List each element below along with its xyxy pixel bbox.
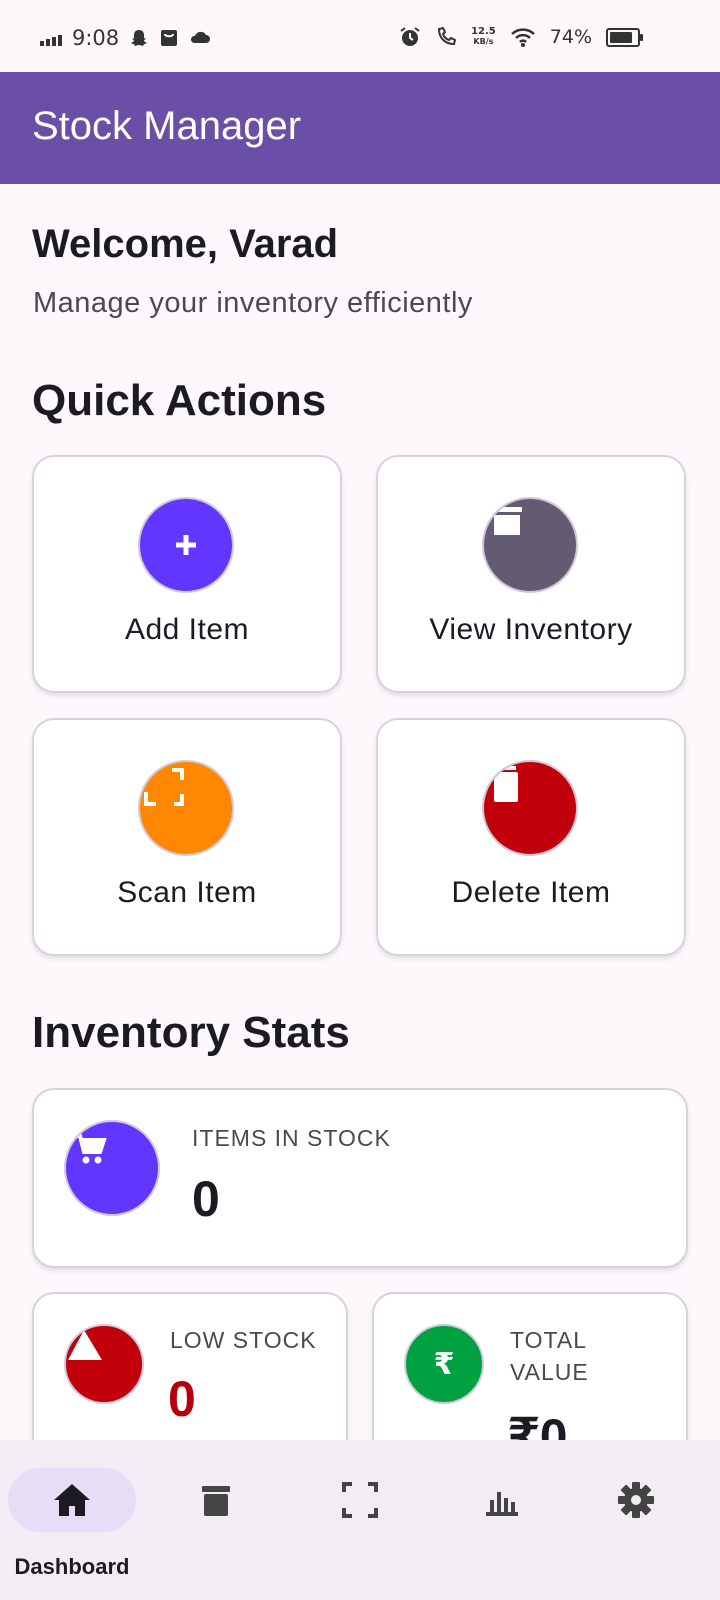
network-speed: 12.5 KB/s (471, 27, 496, 47)
battery-percent: 74% (549, 26, 592, 48)
scan-item-button[interactable]: Scan Item (32, 718, 342, 956)
scan-icon (342, 1482, 378, 1518)
low-stock-icon-circle (64, 1324, 144, 1404)
low-stock-label: LOW STOCK (170, 1327, 317, 1353)
add-item-button[interactable]: Add Item (32, 455, 342, 693)
delete-item-button[interactable]: Delete Item (376, 718, 686, 956)
items-in-stock-value: 0 (192, 1171, 220, 1227)
rupee-icon: ₹ (434, 1347, 455, 1382)
total-value-label: TOTAL VALUE (510, 1327, 589, 1385)
quick-actions-title: Quick Actions (32, 376, 327, 425)
add-item-label: Add Item (124, 613, 250, 646)
add-item-icon-circle (138, 497, 234, 593)
scan-item-label: Scan Item (117, 876, 257, 909)
total-value-icon-circle: ₹ (404, 1324, 484, 1404)
snapchat-icon (131, 30, 148, 46)
scan-icon (144, 768, 184, 806)
nav-item-scan[interactable] (296, 1464, 424, 1584)
status-time: 9:08 (72, 26, 120, 50)
alarm-icon (400, 27, 420, 46)
shopping-bag-icon (161, 30, 178, 46)
warning-icon (68, 1330, 102, 1360)
bar-chart-icon (486, 1492, 518, 1516)
delete-item-icon-circle (482, 760, 578, 856)
nav-item-stats[interactable] (438, 1464, 566, 1584)
view-inventory-icon-circle (482, 497, 578, 593)
nav-item-inventory[interactable] (152, 1464, 280, 1584)
welcome-subtitle: Manage your inventory efficiently (33, 287, 473, 319)
plus-icon (176, 535, 196, 555)
battery-icon (606, 27, 643, 47)
delete-item-label: Delete Item (451, 876, 611, 909)
inventory-icon (492, 507, 522, 535)
welcome-heading: Welcome, Varad (32, 222, 339, 266)
scan-item-icon-circle (138, 760, 234, 856)
nav-item-dashboard[interactable]: Dashboard (8, 1464, 136, 1584)
items-in-stock-card: ITEMS IN STOCK 0 (32, 1088, 688, 1268)
app-bar: Stock Manager (0, 72, 720, 184)
home-icon (54, 1484, 90, 1516)
trash-icon (494, 766, 518, 802)
wifi-calling-icon (438, 26, 457, 46)
status-bar-left: 9:08 (40, 26, 211, 50)
signal-icon (40, 30, 62, 46)
speed-value: 12.5 (471, 26, 496, 37)
wifi-icon (510, 28, 535, 47)
inventory-icon (202, 1486, 230, 1516)
status-bar-right: 12.5 KB/s 74% (399, 26, 643, 48)
items-in-stock-icon-circle (64, 1120, 160, 1216)
speed-unit: KB/s (473, 37, 494, 46)
cloud-icon (191, 31, 211, 43)
view-inventory-label: View Inventory (429, 613, 633, 646)
status-bar: 9:08 12.5 KB/s 74% (0, 0, 720, 72)
view-inventory-button[interactable]: View Inventory (376, 455, 686, 693)
inventory-stats-title: Inventory Stats (32, 1008, 350, 1057)
nav-label-dashboard: Dashboard (14, 1554, 130, 1579)
nav-item-settings[interactable] (572, 1464, 700, 1584)
low-stock-value: 0 (168, 1371, 196, 1427)
settings-icon (618, 1482, 654, 1518)
cart-icon (74, 1134, 107, 1164)
svg-text:₹: ₹ (434, 1347, 455, 1382)
app-title: Stock Manager (32, 104, 302, 148)
items-in-stock-label: ITEMS IN STOCK (192, 1125, 391, 1151)
bottom-navigation: Dashboard (0, 1440, 720, 1600)
